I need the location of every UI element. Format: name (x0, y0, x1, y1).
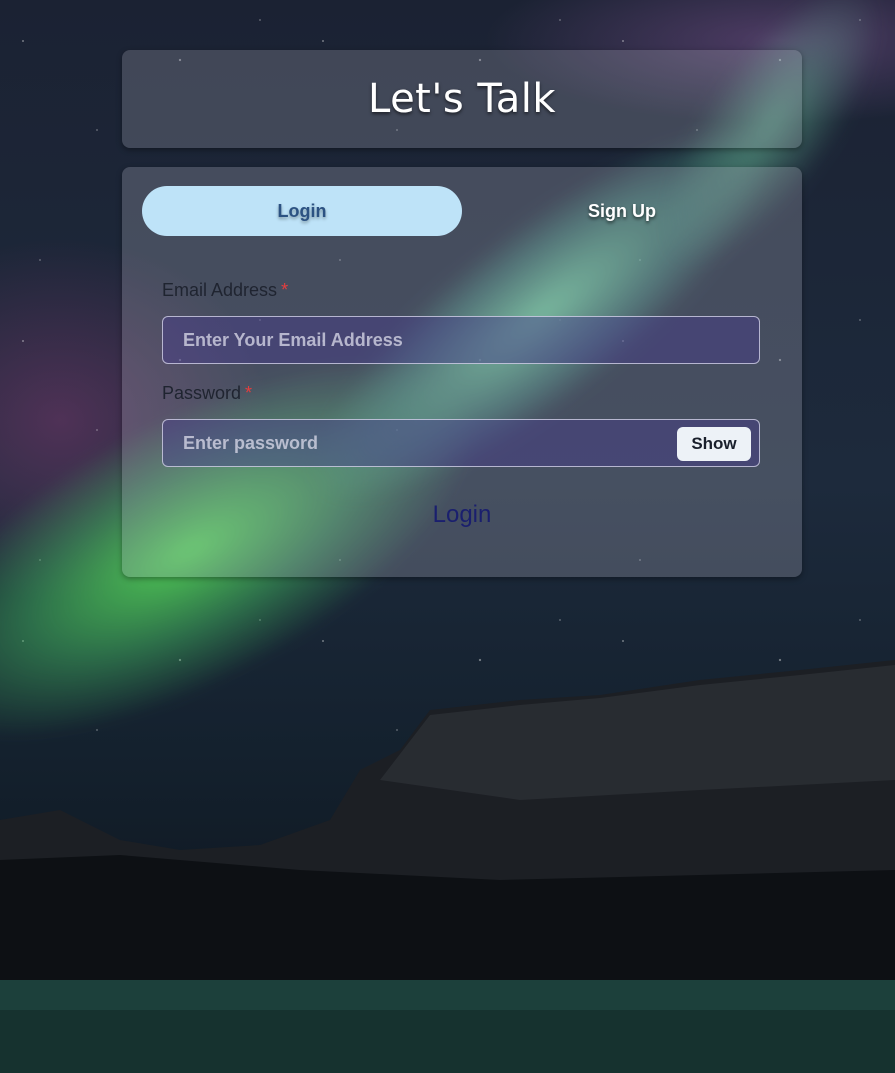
tab-sign-up[interactable]: Sign Up (462, 186, 782, 236)
page-title: Let's Talk (367, 76, 557, 122)
login-button[interactable]: Login (122, 497, 802, 533)
required-asterisk: * (281, 280, 289, 300)
password-placeholder: Enter password (183, 432, 319, 453)
auth-tabs: Login Sign Up (142, 186, 782, 236)
show-password-button[interactable]: Show (677, 427, 751, 461)
email-field[interactable]: Enter Your Email Address (162, 316, 760, 364)
required-asterisk: * (245, 383, 253, 403)
tab-login[interactable]: Login (142, 186, 462, 236)
title-card: Let's Talk (122, 50, 802, 148)
email-label-text: Email Address (162, 280, 278, 300)
auth-card: Login Sign Up Email Address * Enter Your … (122, 167, 802, 577)
mountain-landscape (0, 660, 895, 1073)
password-field[interactable]: Enter password Show (162, 419, 760, 467)
password-label-text: Password (162, 383, 242, 403)
password-label: Password * (162, 383, 252, 404)
email-placeholder: Enter Your Email Address (183, 329, 403, 350)
email-label: Email Address * (162, 280, 288, 301)
